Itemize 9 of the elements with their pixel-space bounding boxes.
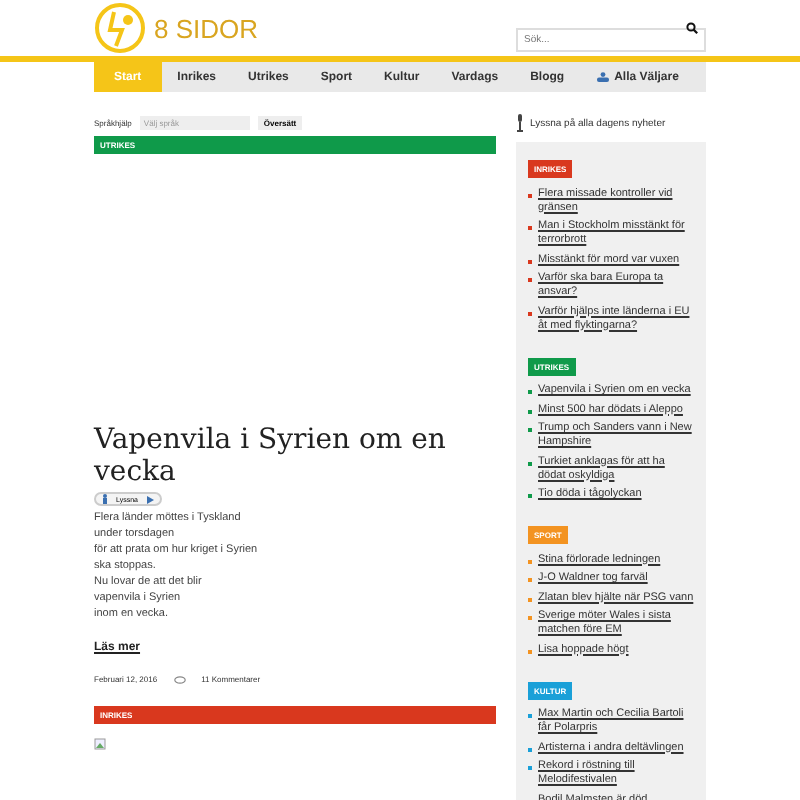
- broken-image-icon: [94, 738, 106, 750]
- microphone-icon: [516, 114, 524, 132]
- comment-icon: [173, 675, 186, 683]
- person-icon: [102, 494, 108, 504]
- article-title[interactable]: Vapenvila i Syrien om en vecka: [94, 424, 496, 488]
- play-icon: [145, 495, 154, 503]
- search-icon[interactable]: [686, 22, 698, 34]
- logo-text: 8 SIDOR: [154, 13, 259, 43]
- people-icon: [596, 72, 611, 82]
